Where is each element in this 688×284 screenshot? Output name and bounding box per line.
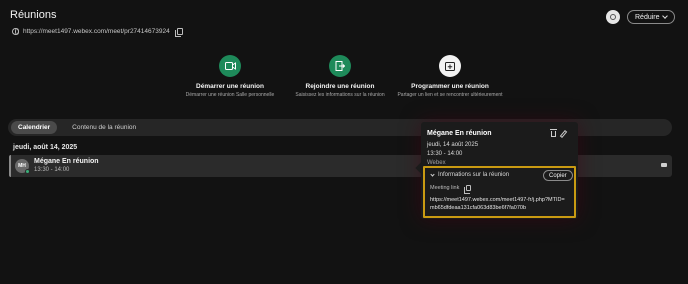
popup-date: jeudi, 14 août 2025 (427, 142, 479, 148)
personal-room-url: https://meet1497.webex.com/meet/pr274146… (23, 28, 170, 35)
meeting-details-popup: Mégane En réunion jeudi, 14 août 2025 13… (421, 122, 578, 219)
join-meeting-sub: Saisissez les informations sur la réunio… (295, 92, 385, 98)
schedule-meeting-label: Programmer une réunion (411, 83, 489, 90)
meeting-accent-bar (9, 155, 11, 177)
copy-button[interactable]: Copier (543, 170, 573, 181)
date-header: jeudi, août 14, 2025 (13, 144, 78, 151)
collapse-label: Réduire (635, 13, 660, 21)
schedule-meeting-sub: Partager un lien et se rencontrer ultéri… (397, 92, 503, 98)
meeting-title: Mégane En réunion (34, 158, 99, 165)
globe-icon (12, 28, 19, 35)
start-meeting-sub: Démarrer une réunion Salle personnelle (185, 92, 275, 98)
popup-time: 13:30 - 14:00 (427, 151, 463, 157)
join-meeting-label: Rejoindre une réunion (305, 83, 375, 90)
personal-room-link[interactable]: https://meet1497.webex.com/meet/pr274146… (12, 28, 183, 37)
chevron-down-icon (661, 12, 668, 19)
start-meeting-action[interactable]: Démarrer une réunion Démarrer une réunio… (170, 55, 290, 99)
meeting-time: 13:30 - 14:00 (34, 167, 70, 173)
join-door-icon[interactable] (329, 55, 351, 77)
meeting-link-label: Meeting link (430, 185, 460, 191)
meeting-link-url[interactable]: https://meet1497.webex.com/meet1497-fr/j… (430, 196, 568, 212)
presence-dot (25, 169, 30, 174)
join-meeting-action[interactable]: Rejoindre une réunion Saisissez les info… (280, 55, 400, 99)
tab-calendar[interactable]: Calendrier (11, 121, 58, 134)
profile-avatar-button[interactable] (606, 10, 620, 24)
meeting-info-toggle[interactable]: Informations sur la réunion (430, 171, 510, 178)
copy-link-icon[interactable] (464, 185, 472, 194)
trash-icon[interactable] (550, 129, 557, 137)
schedule-meeting-action[interactable]: Programmer une réunion Partager un lien … (390, 55, 510, 99)
tab-meeting-content[interactable]: Contenu de la réunion (65, 121, 143, 134)
edit-icon[interactable] (559, 129, 568, 139)
popup-title: Mégane En réunion (427, 130, 492, 137)
user-icon (610, 14, 616, 20)
calendar-plus-icon[interactable] (439, 55, 461, 77)
chat-icon[interactable] (661, 163, 667, 167)
collapse-button[interactable]: Réduire (627, 10, 675, 24)
copy-icon[interactable] (174, 28, 183, 37)
page-title: Réunions (10, 9, 57, 21)
meeting-link-label-row: Meeting link (430, 185, 472, 194)
chevron-down-icon (430, 171, 435, 177)
meeting-info-section: Informations sur la réunion Copier Meeti… (423, 166, 576, 218)
meeting-info-header: Informations sur la réunion (438, 172, 510, 178)
start-meeting-label: Démarrer une réunion (196, 83, 264, 90)
video-camera-icon[interactable] (219, 55, 241, 77)
